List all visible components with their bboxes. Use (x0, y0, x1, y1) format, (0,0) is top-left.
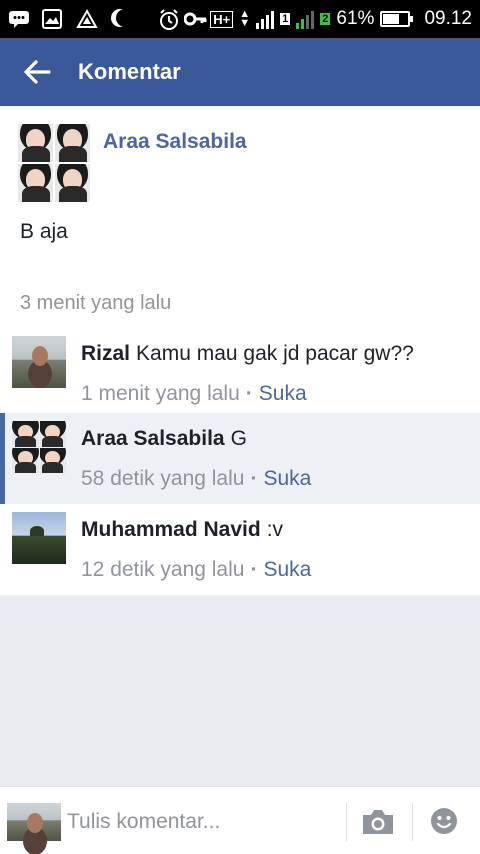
comment-item[interactable]: Muhammad Navid:v 12 detik yang lalu · Suka (0, 504, 480, 595)
battery-percent: 61% (336, 8, 375, 29)
alarm-icon (158, 9, 179, 30)
separator-dot: · (250, 558, 258, 581)
comment-meta: 58 detik yang lalu · Suka (81, 467, 311, 491)
app-header: Komentar (0, 38, 480, 106)
recycle-notification-icon (76, 8, 98, 29)
comment-item-highlighted[interactable]: Araa Salsabila G 58 detik yang lalu · Suka (0, 413, 480, 504)
sim2-label: 2 (320, 13, 331, 25)
network-type: H+ (210, 10, 234, 28)
original-post: Araa Salsabila B aja 3 menit yang lalu (0, 106, 480, 328)
comment-timestamp: 1 menit yang lalu (81, 382, 240, 405)
avatar[interactable] (12, 336, 66, 388)
like-link[interactable]: Suka (259, 382, 307, 405)
sim1-label: 1 (280, 13, 291, 25)
separator-dot: · (250, 467, 258, 490)
comment-timestamp: 58 detik yang lalu (81, 467, 245, 490)
like-link[interactable]: Suka (263, 467, 311, 490)
comment-meta: 1 menit yang lalu · Suka (81, 382, 307, 406)
signal-sim1-icon (256, 9, 275, 29)
comment-text: :v (266, 518, 284, 541)
separator-dot: · (245, 382, 253, 405)
like-link[interactable]: Suka (263, 558, 311, 581)
signal-sim2-icon (296, 9, 315, 29)
camera-icon[interactable] (360, 807, 396, 837)
comment-content: Muhammad Navid:v (81, 518, 283, 542)
post-text: B aja (20, 220, 68, 243)
divider (412, 803, 413, 841)
avatar (7, 803, 61, 841)
avatar[interactable] (12, 512, 66, 564)
comment-timestamp: 12 detik yang lalu (81, 558, 245, 581)
chat-notification-icon (8, 9, 29, 29)
comment-meta: 12 detik yang lalu · Suka (81, 558, 311, 582)
post-author-name[interactable]: Araa Salsabila (103, 130, 247, 154)
comment-item[interactable]: Rizal Kamu mau gak jd pacar gw?? 1 menit … (0, 328, 480, 419)
page-title: Komentar (78, 59, 181, 84)
data-arrows-icon: ▲ ▼ (239, 8, 251, 29)
post-timestamp: 3 menit yang lalu (20, 292, 172, 314)
clock: 09.12 (424, 8, 472, 29)
avatar[interactable] (18, 124, 90, 202)
notification-icons (8, 8, 158, 29)
emoji-icon[interactable] (430, 807, 458, 835)
moon-icon (110, 9, 130, 29)
comment-composer (0, 786, 480, 854)
battery-icon (380, 11, 414, 27)
comment-author-name[interactable]: Araa Salsabila (81, 427, 225, 450)
key-icon (183, 9, 207, 29)
comment-author-name[interactable]: Muhammad Navid (81, 518, 261, 541)
comment-author-name[interactable]: Rizal (81, 342, 130, 365)
divider (346, 803, 347, 841)
comment-text: Kamu mau gak jd pacar gw?? (136, 342, 414, 365)
system-status: H+ ▲ ▼ 1 2 61% 09.12 (158, 8, 472, 30)
comment-input[interactable] (67, 807, 337, 837)
comment-text: G (230, 427, 247, 450)
avatar[interactable] (12, 421, 66, 473)
back-arrow-icon[interactable] (22, 57, 52, 87)
gallery-notification-icon (42, 9, 62, 29)
comment-content: Araa Salsabila G (81, 427, 247, 451)
status-bar: H+ ▲ ▼ 1 2 61% 09.12 (0, 0, 480, 38)
comment-content: Rizal Kamu mau gak jd pacar gw?? (81, 342, 414, 366)
